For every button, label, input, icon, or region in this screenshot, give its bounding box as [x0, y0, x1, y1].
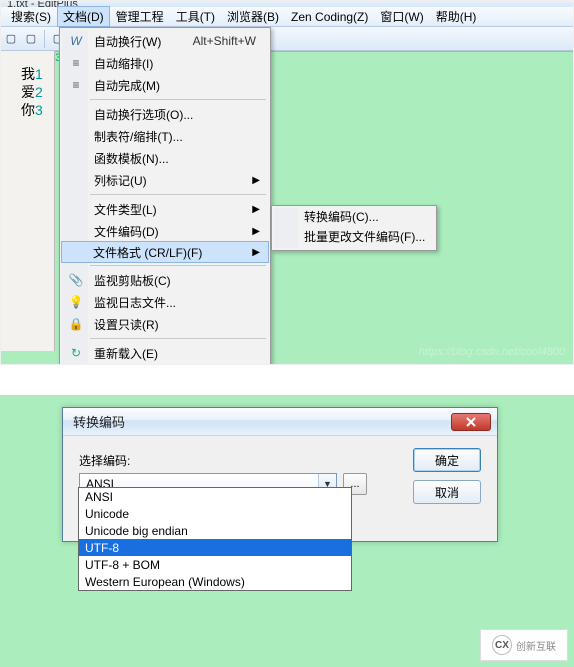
encoding-option[interactable]: ANSI [79, 488, 351, 505]
menu-item[interactable]: 文件格式 (CR/LF)(F) ▶ [61, 241, 269, 263]
menu-item-label: 文件类型(L) [94, 201, 157, 218]
menu-item-label: 监视日志文件... [94, 294, 176, 311]
menu-item-icon: 🔒 [68, 316, 84, 332]
dialog-titlebar: 转换编码 [63, 408, 497, 436]
close-button[interactable] [451, 413, 491, 431]
encoding-option[interactable]: UTF-8 [79, 539, 351, 556]
submenu-item[interactable]: 转换编码(C)... [274, 208, 434, 228]
menu-item[interactable]: ↻ 重新载入(E) [62, 342, 268, 364]
editor-line: 我1 [21, 65, 43, 83]
menu-item-label: 制表符/缩排(T)... [94, 128, 183, 145]
menu-item-icon: ≡ [68, 77, 84, 93]
submenu-item[interactable]: 批量更改文件编码(F)... [274, 228, 434, 248]
toolbar-button[interactable]: ▢ [2, 30, 20, 48]
menu-item[interactable]: 制表符/缩排(T)... [62, 125, 268, 147]
editor-line: 你3 [21, 101, 43, 119]
menu-item-label: 自动完成(M) [94, 77, 160, 94]
menu-separator [90, 99, 266, 100]
encoding-options-list[interactable]: ANSIUnicodeUnicode big endianUTF-8UTF-8 … [78, 487, 352, 591]
menu-item[interactable]: ↻重新载入为(A)... [62, 364, 268, 365]
menu-separator [90, 265, 266, 266]
menu-item[interactable]: 函数模板(N)... [62, 147, 268, 169]
separator [44, 30, 45, 48]
menu-item[interactable]: 浏览器(B) [221, 6, 285, 27]
chevron-right-icon: ▶ [252, 226, 260, 237]
menu-separator [90, 338, 266, 339]
menu-item-icon: ↻ [68, 345, 84, 361]
menu-icon-strip [274, 208, 298, 248]
encoding-option[interactable]: Unicode big endian [79, 522, 351, 539]
menu-item[interactable]: 自动换行选项(O)... [62, 103, 268, 125]
menu-item-label: 监视剪贴板(C) [94, 272, 171, 289]
menu-bar: 搜索(S)文档(D)管理工程工具(T)浏览器(B)Zen Coding(Z)窗口… [1, 7, 573, 27]
brand-mark: CX [492, 635, 512, 655]
menu-item-icon: 💡 [68, 294, 84, 310]
menu-item[interactable]: Zen Coding(Z) [285, 8, 374, 26]
toolbar-button[interactable]: ▢ [22, 30, 40, 48]
menu-item[interactable]: 🔒 设置只读(R) [62, 313, 268, 335]
menu-item[interactable]: 文档(D) [57, 6, 110, 27]
brand-text: 创新互联 [516, 638, 556, 653]
chevron-right-icon: ▶ [252, 204, 260, 215]
ok-button[interactable]: 确定 [413, 448, 481, 472]
encoding-submenu: 转换编码(C)...批量更改文件编码(F)... [271, 205, 437, 251]
menu-item-icon: ≡ [68, 55, 84, 71]
menu-item-label: 自动缩排(I) [94, 55, 153, 72]
encoding-option[interactable]: Western European (Windows) [79, 573, 351, 590]
encoding-option[interactable]: Unicode [79, 505, 351, 522]
menu-item[interactable]: 📎 监视剪贴板(C) [62, 269, 268, 291]
document-menu: W 自动换行(W) Alt+Shift+W ≡ 自动缩排(I) ≡ 自动完成(M) 自动换行选… [59, 27, 271, 365]
menu-item-label: 自动换行选项(O)... [94, 106, 193, 123]
menu-item-label: 文件格式 (CR/LF)(F) [93, 244, 202, 261]
menu-item[interactable]: 帮助(H) [430, 6, 483, 27]
menu-item-label: 函数模板(N)... [94, 150, 169, 167]
menu-item[interactable]: 管理工程 [110, 6, 170, 27]
menu-item-shortcut: Alt+Shift+W [193, 34, 256, 48]
editplus-window: 1.txt - EditPlus 搜索(S)文档(D)管理工程工具(T)浏览器(… [0, 0, 574, 365]
dialog-screenshot: 转换编码 选择编码: ANSI ▼ ... 确定 取消 ANSIUnicodeU… [0, 395, 574, 667]
menu-item[interactable]: 💡 监视日志文件... [62, 291, 268, 313]
text-editor[interactable]: 我1爱2你3 [21, 65, 43, 119]
menu-item-label: 列标记(U) [94, 172, 147, 189]
menu-item[interactable]: ≡ 自动缩排(I) [62, 52, 268, 74]
chevron-right-icon: ▶ [252, 175, 260, 186]
menu-item-label: 文件编码(D) [94, 223, 159, 240]
menu-item-label: 自动换行(W) [94, 33, 161, 50]
menu-item[interactable]: W 自动换行(W) Alt+Shift+W [62, 30, 268, 52]
menu-separator [90, 194, 266, 195]
menu-item[interactable]: 列标记(U) ▶ [62, 169, 268, 191]
menu-item[interactable]: 工具(T) [170, 6, 221, 27]
menu-item[interactable]: 窗口(W) [374, 6, 429, 27]
menu-item[interactable]: 搜索(S) [5, 6, 57, 27]
chevron-right-icon: ▶ [252, 247, 260, 258]
dialog-title: 转换编码 [73, 412, 125, 431]
watermark: https://blog.csdn.net/cool4800 [419, 346, 565, 358]
menu-item[interactable]: 文件编码(D) ▶ [62, 220, 268, 242]
menu-item[interactable]: ≡ 自动完成(M) [62, 74, 268, 96]
menu-item[interactable]: 文件类型(L) ▶ [62, 198, 268, 220]
menu-item-icon: W [68, 33, 84, 49]
brand-logo: CX 创新互联 [480, 629, 568, 661]
menu-item-label: 设置只读(R) [94, 316, 159, 333]
menu-item-icon: 📎 [68, 272, 84, 288]
cancel-button[interactable]: 取消 [413, 480, 481, 504]
encoding-option[interactable]: UTF-8 + BOM [79, 556, 351, 573]
menu-item-label: 重新载入(E) [94, 345, 158, 362]
editor-line: 爱2 [21, 83, 43, 101]
